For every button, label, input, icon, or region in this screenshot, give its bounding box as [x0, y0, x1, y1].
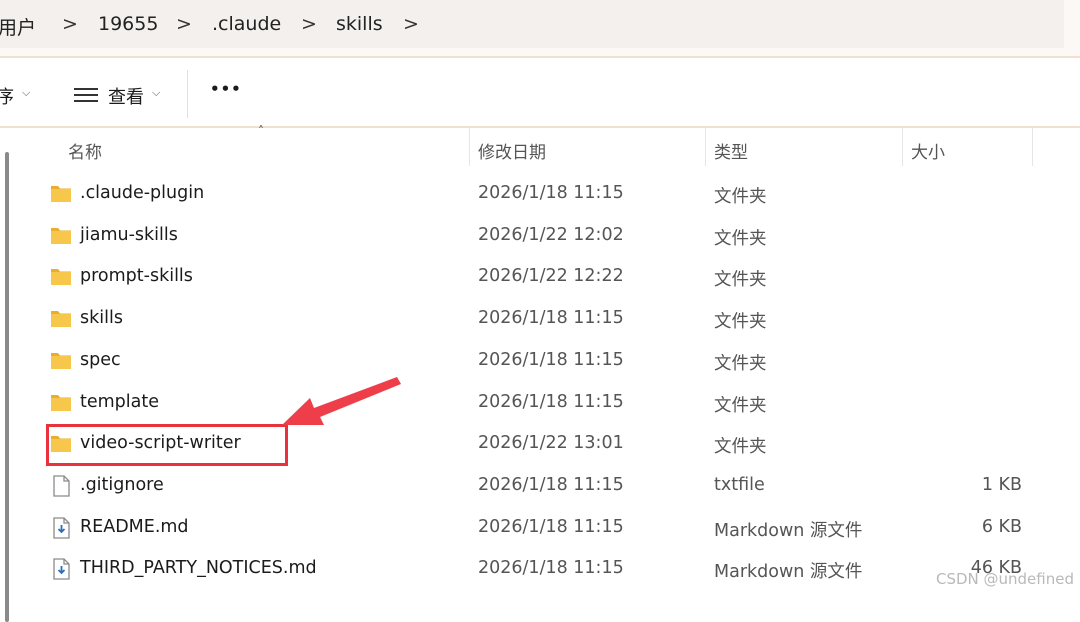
file-row[interactable]: THIRD_PARTY_NOTICES.md 2026/1/18 11:15 Mar… — [44, 549, 1080, 590]
file-modified: 2026/1/22 12:22 — [478, 266, 624, 287]
file-modified: 2026/1/22 13:01 — [478, 433, 624, 454]
view-button[interactable]: 查看 — [108, 83, 144, 109]
column-divider[interactable] — [469, 128, 470, 166]
file-type: txtfile — [714, 474, 765, 495]
list-view-icon[interactable] — [74, 87, 98, 103]
toolbar-divider — [187, 70, 188, 118]
file-type: 文件夹 — [714, 353, 767, 374]
file-row[interactable]: spec 2026/1/18 11:15 文件夹 — [44, 341, 1080, 382]
file-row[interactable]: .claude-plugin 2026/1/18 11:15 文件夹 — [44, 174, 1080, 215]
file-type: Markdown 源文件 — [714, 562, 863, 583]
file-type: 文件夹 — [714, 437, 767, 458]
folder-icon — [50, 266, 72, 286]
file-name: jiamu-skills — [80, 224, 178, 245]
markdown-file-icon — [50, 558, 72, 580]
breadcrumb-item-skills[interactable]: skills — [336, 13, 383, 35]
file-name: .claude-plugin — [80, 183, 205, 203]
more-options-button[interactable]: ••• — [210, 80, 242, 98]
file-name: .gitignore — [80, 474, 164, 495]
sort-ascending-icon: ˄ — [258, 124, 264, 138]
address-bar: 用户 > 19655 > .claude > skills > — [0, 0, 1080, 58]
chevron-right-icon[interactable]: > — [403, 13, 419, 35]
file-modified: 2026/1/22 12:02 — [478, 224, 624, 245]
file-name: prompt-skills — [80, 266, 193, 287]
breadcrumb-item-claude[interactable]: .claude — [212, 13, 281, 35]
column-header-type[interactable]: 类型 — [714, 138, 748, 163]
breadcrumb-item-user-folder[interactable]: 19655 — [98, 13, 158, 35]
breadcrumb-item-users[interactable]: 用户 — [0, 13, 36, 40]
file-type: 文件夹 — [714, 228, 767, 249]
chevron-down-icon[interactable]: ⌵ — [152, 86, 160, 100]
file-row[interactable]: README.md 2026/1/18 11:15 Markdown 源文件 6 KB — [44, 508, 1080, 549]
watermark: CSDN @undefined — [935, 570, 1074, 588]
markdown-file-icon — [50, 516, 72, 539]
command-bar: 序 ⌵ 查看 ⌵ ••• — [0, 60, 1080, 128]
file-type: 文件夹 — [714, 270, 767, 291]
file-type: 文件夹 — [714, 187, 767, 207]
file-row[interactable]: skills 2026/1/18 11:15 文件夹 — [44, 299, 1080, 340]
folder-icon — [50, 350, 72, 370]
file-modified: 2026/1/18 11:15 — [478, 183, 624, 203]
file-name: THIRD_PARTY_NOTICES.md — [80, 558, 317, 579]
file-row[interactable]: jiamu-skills 2026/1/22 12:02 文件夹 — [44, 216, 1080, 257]
folder-icon — [50, 308, 72, 328]
file-row[interactable]: .gitignore 2026/1/18 11:15 txtfile 1 KB — [44, 466, 1080, 507]
folder-icon — [50, 225, 72, 245]
file-name: template — [80, 391, 159, 412]
breadcrumb: 用户 > 19655 > .claude > skills > — [0, 0, 1064, 48]
chevron-down-icon[interactable]: ⌵ — [22, 86, 30, 100]
text-file-icon — [50, 475, 72, 497]
chevron-right-icon[interactable]: > — [176, 13, 192, 35]
file-modified: 2026/1/18 11:15 — [478, 391, 624, 412]
file-type: Markdown 源文件 — [714, 520, 863, 541]
folder-icon — [50, 392, 72, 412]
highlight-box — [46, 424, 288, 466]
file-size: 6 KB — [981, 516, 1022, 537]
vertical-scrollbar[interactable] — [5, 152, 9, 622]
file-type: 文件夹 — [714, 395, 767, 416]
file-modified: 2026/1/18 11:15 — [478, 558, 624, 579]
file-modified: 2026/1/18 11:15 — [478, 474, 624, 495]
file-name: README.md — [80, 516, 189, 537]
file-row[interactable]: prompt-skills 2026/1/22 12:22 文件夹 — [44, 257, 1080, 298]
file-modified: 2026/1/18 11:15 — [478, 308, 624, 329]
folder-icon — [50, 183, 72, 203]
file-type: 文件夹 — [714, 312, 767, 333]
column-header-modified[interactable]: 修改日期 — [478, 138, 546, 163]
sort-button[interactable]: 序 — [0, 83, 14, 109]
column-header-name[interactable]: 名称 — [68, 138, 102, 163]
column-divider[interactable] — [705, 128, 706, 166]
column-header-size[interactable]: 大小 — [911, 138, 945, 163]
column-divider[interactable] — [902, 128, 903, 166]
file-name: spec — [80, 349, 121, 370]
file-modified: 2026/1/18 11:15 — [478, 349, 624, 370]
file-row[interactable]: template 2026/1/18 11:15 文件夹 — [44, 383, 1080, 424]
chevron-right-icon[interactable]: > — [62, 13, 78, 35]
annotation-arrow-icon — [282, 377, 401, 425]
chevron-right-icon[interactable]: > — [301, 13, 317, 35]
file-modified: 2026/1/18 11:15 — [478, 516, 624, 537]
column-divider[interactable] — [1032, 128, 1033, 166]
file-list: ˄ 名称 修改日期 类型 大小 .claude-plugin 2026/1/18 … — [0, 124, 1080, 622]
file-name: skills — [80, 308, 123, 329]
file-size: 1 KB — [981, 474, 1022, 495]
